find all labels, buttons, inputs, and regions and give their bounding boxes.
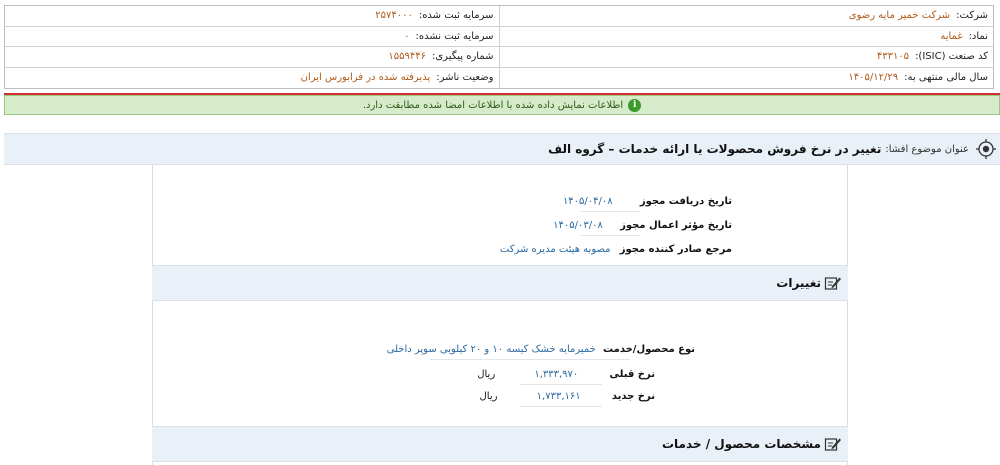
value-underline (580, 211, 640, 212)
product-value: خمیرمایه خشک کیسه ۱۰ و ۲۰ کیلویی سوپر دا… (386, 344, 596, 355)
info-cell: شرکت: شرکت خمیر مایه رضوی (500, 6, 994, 26)
permit-effective-label: تاریخ مؤثر اعمال مجوز (620, 220, 732, 231)
registered-capital-label: سرمایه ثبت شده: (418, 10, 494, 22)
company-info-table: شرکت: شرکت خمیر مایه رضوی سرمایه ثبت شده… (4, 5, 994, 89)
product-field: نوع محصول/خدمت خمیرمایه خشک کیسه ۱۰ و ۲۰… (387, 344, 695, 355)
value-underline (580, 235, 640, 236)
product-label: نوع محصول/خدمت (603, 344, 695, 355)
permit-received-value: ۱۴۰۵/۰۴/۰۸ (562, 196, 613, 207)
permit-issuer-label: مرجع صادر کننده مجوز (619, 244, 732, 255)
unregistered-capital-value: ۰ (404, 30, 410, 42)
info-cell: سرمایه ثبت نشده: ۰ (5, 26, 500, 46)
value-underline (520, 406, 602, 407)
info-cell: سرمایه ثبت شده: ۲۵۷۴۰۰۰ (5, 6, 500, 26)
old-price-field: نرخ قبلی ۱,۳۳۳,۹۷۰ ریال (477, 369, 655, 380)
new-price-label: نرخ جدید (611, 391, 655, 402)
fiscal-year-value: ۱۴۰۵/۱۲/۲۹ (848, 72, 899, 84)
permit-received-field: تاریخ دریافت مجوز ۱۴۰۵/۰۴/۰۸ (563, 196, 732, 207)
edit-icon (824, 438, 841, 451)
new-price-field: نرخ جدید ۱,۷۳۳,۱۶۱ ریال (480, 391, 655, 402)
tracking-number-value: ۱۵۵۹۴۴۶ (388, 51, 426, 63)
info-cell: نماد: غمایه (500, 27, 994, 47)
old-price-unit: ریال (477, 369, 496, 380)
registered-capital-value: ۲۵۷۴۰۰۰ (375, 10, 413, 22)
symbol-value: غمایه (940, 30, 963, 42)
subject-bar: عنوان موضوع افشا: تغییر در نرخ فروش محصو… (4, 133, 1000, 165)
value-underline (430, 359, 630, 360)
permit-received-label: تاریخ دریافت مجوز (639, 196, 732, 207)
info-row: شرکت: شرکت خمیر مایه رضوی سرمایه ثبت شده… (5, 6, 993, 27)
subject-label: عنوان موضوع افشا: (885, 143, 969, 155)
permit-effective-field: تاریخ مؤثر اعمال مجوز ۱۴۰۵/۰۳/۰۸ (553, 220, 732, 231)
info-cell: شماره پیگیری: ۱۵۵۹۴۴۶ (5, 47, 500, 67)
info-icon: i (628, 98, 642, 112)
publisher-status-label: وضعیت ناشر: (436, 72, 494, 84)
fiscal-year-label: سال مالی منتهی به: (904, 72, 988, 84)
publisher-status-value: پذیرفته شده در فرابورس ایران (300, 72, 431, 84)
company-label: شرکت: (956, 10, 988, 22)
value-underline (520, 384, 602, 385)
subject-title: تغییر در نرخ فروش محصولات یا ارائه خدمات… (548, 142, 882, 156)
new-price-value: ۱,۷۳۳,۱۶۱ (536, 391, 581, 402)
info-cell: سال مالی منتهی به: ۱۴۰۵/۱۲/۲۹ (500, 68, 994, 89)
company-value: شرکت خمیر مایه رضوی (848, 10, 951, 22)
permit-effective-value: ۱۴۰۵/۰۳/۰۸ (553, 220, 603, 231)
isic-label: کد صنعت (ISIC): (915, 51, 988, 63)
unregistered-capital-label: سرمایه ثبت نشده: (415, 30, 494, 42)
new-price-unit: ریال (479, 391, 498, 402)
content-panel (152, 165, 848, 465)
edit-icon (824, 277, 841, 290)
changes-title: تغییرات (776, 276, 821, 290)
specs-title: مشخصات محصول / خدمات (661, 437, 821, 451)
info-row: نماد: غمایه سرمایه ثبت نشده: ۰ (5, 26, 994, 47)
info-cell: وضعیت ناشر: پذیرفته شده در فرابورس ایران (5, 67, 500, 88)
isic-value: ۴۳۳۱۰۵ (876, 51, 910, 63)
info-cell: کد صنعت (ISIC): ۴۳۳۱۰۵ (500, 47, 994, 67)
permit-issuer-value: مصوبه هیئت مدیره شرکت (499, 244, 611, 255)
info-row: کد صنعت (ISIC): ۴۳۳۱۰۵ شماره پیگیری: ۱۵۵… (5, 47, 993, 68)
verification-notice: i اطلاعات نمایش داده شده با اطلاعات امضا… (4, 95, 1000, 115)
notice-text: اطلاعات نمایش داده شده با اطلاعات امضا ش… (362, 99, 624, 111)
old-price-label: نرخ قبلی (609, 369, 656, 380)
permit-issuer-field: مرجع صادر کننده مجوز مصوبه هیئت مدیره شر… (500, 244, 732, 255)
tracking-number-label: شماره پیگیری: (431, 51, 494, 63)
symbol-label: نماد: (968, 30, 988, 42)
old-price-value: ۱,۳۳۳,۹۷۰ (534, 369, 579, 380)
info-row: سال مالی منتهی به: ۱۴۰۵/۱۲/۲۹ وضعیت ناشر… (5, 67, 994, 89)
changes-section-header: تغییرات (152, 265, 848, 301)
target-icon (976, 139, 996, 159)
